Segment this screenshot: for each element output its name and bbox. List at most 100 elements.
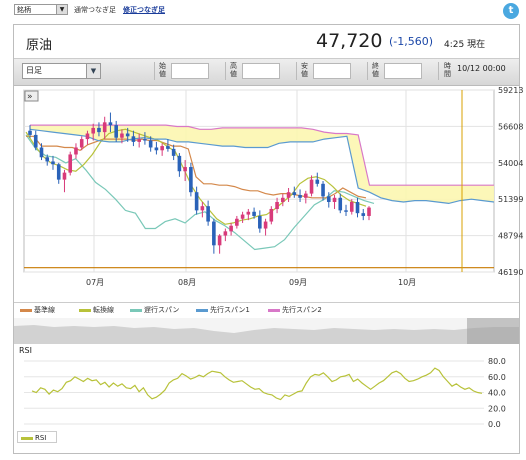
candle-body	[303, 193, 308, 198]
symbol-select[interactable]: 銘柄 ▼	[14, 4, 68, 15]
navigator-window[interactable]	[467, 318, 519, 344]
candle-body	[212, 221, 216, 246]
candle-body	[177, 155, 182, 172]
candle-body	[51, 161, 55, 165]
double-chevron-icon: »	[27, 92, 33, 102]
rsi-chart[interactable]: 80.0 60.0 40.0 20.0 0.0	[14, 355, 524, 431]
candle-body	[108, 122, 113, 126]
close-label: 終値	[372, 62, 379, 78]
cursor-datetime: 10/12 00:00	[457, 64, 506, 73]
candle-body	[217, 235, 222, 246]
high-label: 高値	[230, 62, 237, 78]
candle-body	[229, 225, 233, 232]
candle-body	[349, 201, 354, 212]
candle-body	[206, 206, 210, 222]
candle-body	[79, 139, 84, 148]
candle-body	[252, 211, 256, 216]
candle-body	[344, 210, 348, 212]
chevron-down-icon: ▼	[86, 64, 100, 78]
candle-body	[286, 192, 291, 198]
twitter-icon[interactable]: t	[503, 3, 519, 19]
low-label: 安値	[301, 62, 308, 78]
period-select[interactable]: 日足 ▼	[22, 63, 101, 79]
legend-item-tenkan: 転換線	[79, 305, 114, 315]
candle-body	[281, 197, 285, 202]
rsi-tick-label: 0.0	[488, 420, 501, 429]
legend-item-senkou1: 先行スパン1	[196, 305, 250, 315]
candle-body	[240, 214, 245, 219]
candle-body	[292, 192, 297, 195]
candle-body	[171, 148, 176, 156]
candle-body	[74, 147, 78, 155]
navigator-svg	[14, 318, 519, 344]
candle-body	[114, 125, 118, 138]
candle-body	[131, 136, 136, 142]
divider	[225, 62, 226, 80]
legend-item-chikou: 遅行スパン	[130, 305, 179, 315]
candle-body	[263, 221, 268, 229]
time-label: 時間	[444, 62, 451, 78]
candle-body	[97, 127, 101, 133]
current-price: 47,720	[316, 30, 383, 52]
candle-body	[235, 218, 239, 226]
candle-body	[68, 154, 73, 173]
candle-body	[223, 231, 228, 236]
candle-body	[33, 134, 38, 148]
legend-label: 先行スパン1	[210, 306, 250, 314]
low-field	[313, 63, 351, 79]
period-select-value: 日足	[26, 66, 42, 75]
legend-label: 遅行スパン	[144, 306, 180, 314]
symbol-select-value: 銘柄	[17, 6, 31, 14]
candle-body	[189, 167, 193, 193]
y-tick-label: 51399.4	[498, 195, 524, 204]
candle-body	[56, 164, 61, 180]
candle-body	[137, 139, 141, 142]
y-tick-label: 54004.1	[498, 159, 524, 168]
instrument-title: 原油	[26, 38, 53, 53]
candle-body	[315, 179, 320, 184]
candle-body	[45, 157, 50, 162]
price-chart[interactable]: 59213.5 56608.8 54004.1 51399.4 48794.7 46190…	[14, 86, 526, 302]
candle-body	[361, 213, 366, 216]
x-tick-label: 07月	[86, 278, 104, 287]
close-field	[384, 63, 422, 79]
open-field	[171, 63, 209, 79]
price-chart-svg: 59213.5 56608.8 54004.1 51399.4 48794.7 46190…	[23, 86, 526, 287]
chevron-down-icon: ▼	[56, 5, 67, 14]
x-tick-label: 08月	[178, 278, 196, 287]
legend-label: RSI	[35, 434, 47, 442]
x-tick-label: 10月	[398, 278, 416, 287]
candle-body	[246, 211, 251, 215]
legend-item-kijun: 基準線	[20, 305, 55, 315]
candle-body	[269, 208, 274, 222]
range-navigator[interactable]	[14, 318, 519, 344]
candle-body	[200, 206, 205, 211]
open-label: 始値	[159, 62, 166, 78]
candle-body	[91, 127, 96, 134]
candle-body	[275, 201, 279, 209]
legend-swatch	[20, 308, 32, 312]
legend-swatch	[79, 308, 91, 312]
rsi-title: RSI	[19, 346, 32, 355]
normal-continuation-link[interactable]: 通常つなぎ足	[74, 5, 116, 15]
adjusted-continuation-link[interactable]: 修正つなぎ足	[123, 5, 165, 15]
price-change: (-1,560)	[389, 35, 434, 48]
legend-swatch	[130, 308, 142, 312]
candle-body	[338, 197, 343, 211]
candle-body	[39, 147, 44, 158]
candle-body	[85, 133, 90, 140]
divider	[367, 62, 368, 80]
candle-body	[154, 147, 159, 151]
rsi-tick-label: 40.0	[488, 389, 506, 398]
candle-body	[166, 146, 170, 149]
y-tick-label: 46190.0	[498, 268, 524, 277]
candle-body	[321, 183, 325, 197]
rsi-tick-label: 80.0	[488, 357, 506, 366]
candle-body	[258, 215, 262, 229]
candle-body	[332, 197, 337, 202]
divider	[438, 62, 439, 80]
update-time: 4:25 現在	[444, 40, 486, 50]
high-field	[242, 63, 280, 79]
candle-body	[355, 201, 360, 214]
x-tick-label: 09月	[289, 278, 307, 287]
